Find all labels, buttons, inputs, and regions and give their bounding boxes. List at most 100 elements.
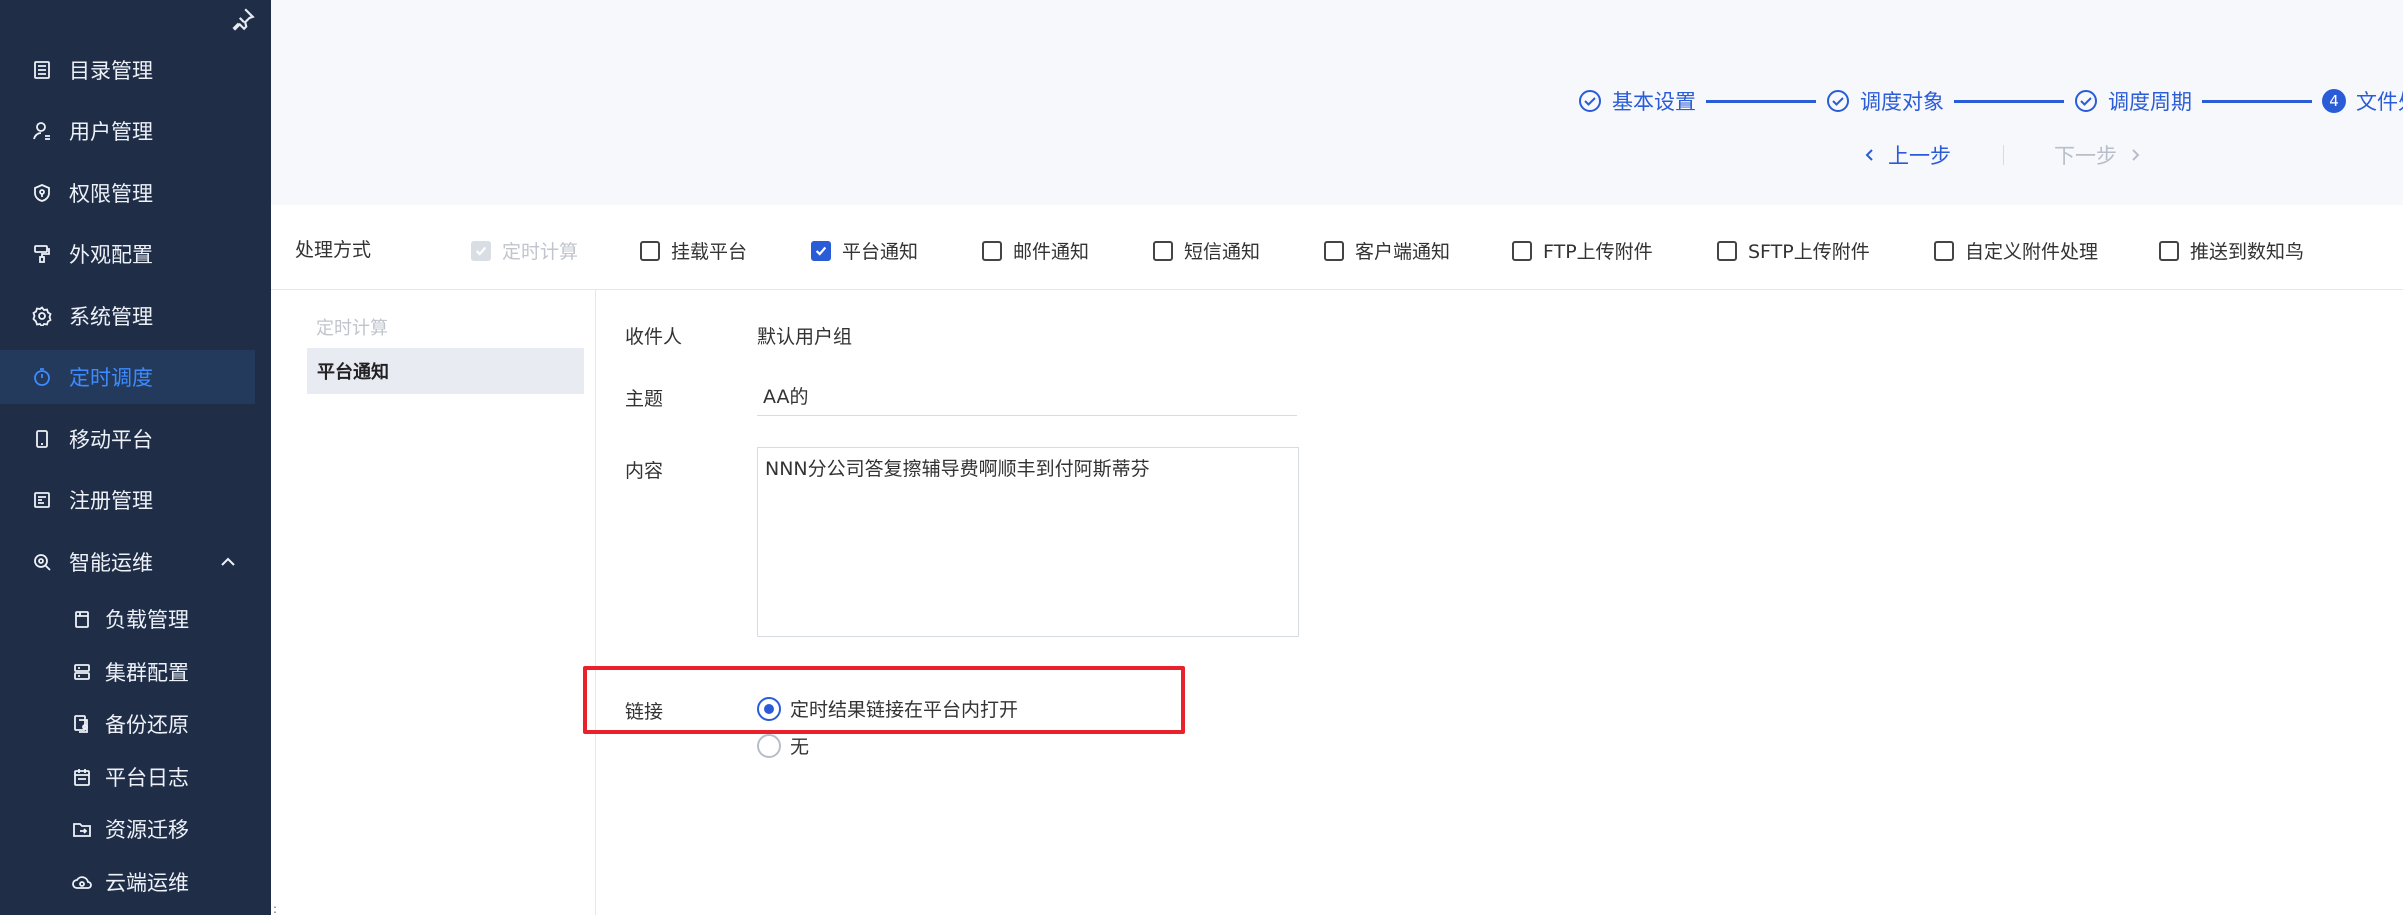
checkbox-box[interactable]	[2159, 240, 2179, 261]
subject-label: 主题	[625, 388, 664, 410]
checkbox-sms-notify[interactable]: 短信通知	[1153, 237, 1260, 264]
ops-icon	[31, 551, 53, 573]
wizard-steps: 基本设置 调度对象 调度周期 4 文件处	[1578, 84, 2403, 118]
checkbox-box[interactable]	[1717, 240, 1737, 261]
checkbox-label: 平台通知	[842, 241, 919, 263]
sidebar-subitem-log[interactable]: 平台日志	[0, 750, 255, 804]
checkbox-label: 客户端通知	[1355, 241, 1451, 263]
nav-divider	[2003, 145, 2004, 165]
checkbox-ftp-upload[interactable]: FTP上传附件	[1512, 237, 1653, 264]
checkbox-label: 挂载平台	[671, 241, 748, 263]
cloud-icon	[71, 871, 93, 893]
checkbox-push-shuzhiniao[interactable]: 推送到数知鸟	[2159, 237, 2304, 264]
pin-icon[interactable]	[230, 6, 256, 32]
recipient-value[interactable]: 默认用户组	[757, 322, 852, 349]
sidebar-item-label: 平台日志	[105, 766, 189, 790]
next-step-label: 下一步	[2054, 144, 2117, 168]
checkbox-box	[471, 240, 491, 261]
checkbox-custom-attachment[interactable]: 自定义附件处理	[1934, 237, 2098, 264]
subject-input[interactable]: AA的	[757, 376, 1297, 416]
subnav-item-platform-notify[interactable]: 平台通知	[307, 348, 584, 394]
step-label: 调度周期	[2108, 90, 2192, 114]
content-textarea[interactable]: NNN分公司答复擦辅导费啊顺丰到付阿斯蒂芬	[757, 447, 1299, 637]
sidebar-item-label: 负载管理	[105, 608, 189, 632]
check-circle-icon	[1827, 90, 1849, 112]
chevron-up-icon[interactable]	[218, 552, 238, 572]
radio-none[interactable]: 无	[757, 732, 809, 759]
sidebar-item-ops[interactable]: 智能运维	[0, 535, 255, 589]
sidebar-item-register[interactable]: 注册管理	[0, 473, 255, 527]
step-connector	[2202, 99, 2312, 103]
check-circle-icon	[1579, 90, 1601, 112]
checkbox-label: SFTP上传附件	[1748, 241, 1870, 263]
sidebar-item-permissions[interactable]: 权限管理	[0, 166, 255, 220]
checkbox-box[interactable]	[640, 240, 660, 261]
recipient-label: 收件人	[625, 326, 683, 348]
sidebar-item-label: 定时调度	[69, 366, 153, 390]
step-period[interactable]: 调度周期	[2074, 86, 2192, 116]
sidebar-item-users[interactable]: 用户管理	[0, 104, 255, 158]
sidebar-item-label: 智能运维	[69, 551, 153, 575]
sidebar-item-label: 用户管理	[69, 120, 153, 144]
phone-icon	[31, 428, 53, 450]
sidebar-item-appearance[interactable]: 外观配置	[0, 227, 255, 281]
checkbox-box[interactable]	[1324, 240, 1344, 261]
step-label: 文件处	[2356, 90, 2403, 114]
checkbox-label: 邮件通知	[1013, 241, 1090, 263]
chevron-left-icon	[1865, 149, 1873, 161]
log-icon	[71, 766, 93, 788]
edge-mark: :	[273, 902, 278, 915]
catalog-icon	[31, 59, 53, 81]
step-basic[interactable]: 基本设置	[1578, 86, 1696, 116]
checkbox-mount-platform[interactable]: 挂载平台	[640, 237, 747, 264]
handler-subnav: 定时计算 平台通知	[271, 290, 596, 915]
step-file[interactable]: 4 文件处	[2322, 86, 2403, 116]
checkbox-scheduled-calc: 定时计算	[471, 237, 578, 264]
chevron-right-icon	[2132, 149, 2140, 161]
sidebar-subitem-cluster[interactable]: 集群配置	[0, 645, 255, 699]
checkbox-client-notify[interactable]: 客户端通知	[1324, 237, 1450, 264]
checkbox-platform-notify[interactable]: 平台通知	[811, 237, 918, 264]
gear-icon	[31, 305, 53, 327]
checkbox-email-notify[interactable]: 邮件通知	[982, 237, 1089, 264]
sidebar-item-label: 权限管理	[69, 182, 153, 206]
register-icon	[31, 489, 53, 511]
handler-options-row: 处理方式 定时计算 挂载平台 平台通知 邮件通知 短信通知 客户端通知 FTP上…	[271, 205, 2403, 290]
checkbox-box[interactable]	[1512, 240, 1532, 261]
prev-step-label: 上一步	[1888, 144, 1951, 168]
checkbox-box[interactable]	[811, 240, 831, 261]
sidebar-subitem-cloud[interactable]: 云端运维	[0, 855, 255, 909]
checkbox-label: 自定义附件处理	[1965, 241, 2099, 263]
sidebar-item-label: 集群配置	[105, 661, 189, 685]
next-step-button[interactable]: 下一步	[2054, 140, 2143, 170]
sidebar-subitem-backup[interactable]: 备份还原	[0, 697, 255, 751]
brush-icon	[31, 243, 53, 265]
content-label: 内容	[625, 460, 664, 482]
annotation-highlight-box	[583, 666, 1185, 734]
backup-icon	[71, 713, 93, 735]
checkbox-label: 短信通知	[1184, 241, 1261, 263]
sidebar-subitem-load[interactable]: 负载管理	[0, 592, 255, 646]
step-object[interactable]: 调度对象	[1826, 86, 1944, 116]
sidebar-item-mobile[interactable]: 移动平台	[0, 412, 255, 466]
user-icon	[31, 120, 53, 142]
checkbox-box[interactable]	[1934, 240, 1954, 261]
sidebar-subitem-migrate[interactable]: 资源迁移	[0, 802, 255, 856]
radio-dot[interactable]	[757, 733, 781, 758]
sidebar-item-system[interactable]: 系统管理	[0, 289, 255, 343]
sidebar-item-label: 移动平台	[69, 428, 153, 452]
sidebar-item-label: 注册管理	[69, 489, 153, 513]
load-icon	[71, 608, 93, 630]
step-connector	[1954, 99, 2064, 103]
prev-step-button[interactable]: 上一步	[1862, 140, 1951, 170]
sidebar-item-label: 系统管理	[69, 305, 153, 329]
checkbox-box[interactable]	[1153, 240, 1173, 261]
step-number: 4	[2322, 89, 2346, 113]
sidebar: 目录管理 用户管理 权限管理 外观配置 系统管理 定时调度 移动平台 注册管理 …	[0, 0, 271, 915]
checkbox-box[interactable]	[982, 240, 1002, 261]
checkbox-sftp-upload[interactable]: SFTP上传附件	[1717, 237, 1870, 264]
sidebar-item-catalog[interactable]: 目录管理	[0, 43, 255, 97]
checkbox-label: FTP上传附件	[1543, 241, 1653, 263]
sidebar-item-schedule[interactable]: 定时调度	[0, 350, 255, 404]
checkbox-label: 定时计算	[502, 241, 579, 263]
